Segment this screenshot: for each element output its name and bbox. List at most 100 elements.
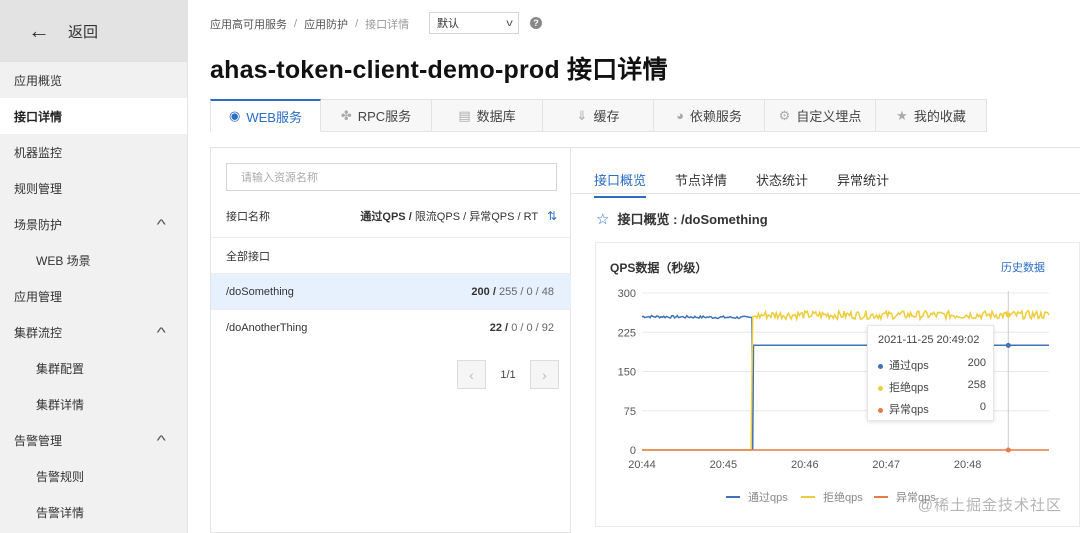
- list-item-rest: 255 / 0 / 48: [498, 285, 554, 298]
- sidebar-item-app-management[interactable]: 应用管理: [0, 278, 187, 314]
- sidebar-item-label: 告警规则: [36, 469, 85, 484]
- column-header-metrics: 通过QPS / 限流QPS / 异常QPS / RT ⇅: [360, 208, 557, 224]
- sidebar: ← 返回 应用概览 接口详情 机器监控 规则管理 场景防护 ^ WEB 场景 应用…: [0, 0, 188, 533]
- chevron-up-icon: ^: [157, 432, 167, 448]
- resource-list-panel: 请输入资源名称 接口名称 通过QPS / 限流QPS / 异常QPS / RT …: [210, 148, 571, 533]
- tooltip-label: 拒绝qps: [889, 382, 929, 394]
- globe-icon: ◉: [229, 108, 241, 123]
- sidebar-item-label: 应用管理: [14, 289, 63, 304]
- breadcrumb-item[interactable]: 应用防护: [304, 16, 348, 32]
- series-hover-point: [1005, 447, 1011, 453]
- help-icon[interactable]: ?: [530, 17, 542, 29]
- sidebar-item-alert-management[interactable]: 告警管理 ^: [0, 422, 187, 458]
- next-page-button[interactable]: ›: [530, 360, 559, 389]
- tooltip-value: 200: [967, 357, 986, 369]
- sidebar-item-alert-rules[interactable]: 告警规则: [0, 458, 187, 494]
- x-tick-label: 20:47: [872, 459, 900, 471]
- series-hover-point: [1005, 342, 1011, 348]
- qps-line-chart[interactable]: 0 75 150 225 300 20:44 20:45 20:46 20:47 20:48 通过q…: [596, 243, 1080, 528]
- tab-rpc-service[interactable]: ✤ RPC服务: [321, 99, 432, 132]
- sidebar-item-label: 接口详情: [14, 109, 63, 124]
- sidebar-item-cluster-config[interactable]: 集群配置: [0, 350, 187, 386]
- sidebar-item-machine-monitor[interactable]: 机器监控: [0, 134, 187, 170]
- x-tick-label: 20:46: [791, 459, 819, 471]
- back-button[interactable]: ← 返回: [0, 0, 187, 62]
- download-icon: ⇓: [576, 107, 588, 123]
- tooltip-time: 2021-11-25 20:49:02: [878, 334, 980, 346]
- tooltip-row: 通过qps 200: [878, 357, 986, 373]
- sidebar-item-label: 场景防护: [14, 217, 63, 232]
- list-item-all[interactable]: 全部接口: [211, 237, 571, 273]
- sidebar-item-label: 应用概览: [14, 73, 63, 88]
- sidebar-item-scene-protection[interactable]: 场景防护 ^: [0, 206, 187, 242]
- page-indicator: 1/1: [500, 368, 516, 381]
- tab-label: 依赖服务: [689, 109, 742, 124]
- tooltip-row-label: 通过qps: [878, 357, 929, 373]
- sort-icon[interactable]: ⇅: [547, 209, 557, 223]
- sidebar-item-api-details[interactable]: 接口详情: [0, 98, 187, 134]
- star-icon: ★: [896, 107, 908, 123]
- star-outline-icon[interactable]: ☆: [596, 210, 609, 228]
- sidebar-item-label: 规则管理: [14, 181, 63, 196]
- subtabs-divider: [571, 193, 1080, 194]
- y-tick-label: 0: [630, 445, 636, 457]
- arrow-left-icon: ←: [28, 18, 50, 43]
- tab-favorites[interactable]: ★ 我的收藏: [876, 99, 987, 132]
- chevron-down-icon: v: [506, 17, 513, 29]
- tab-label: 自定义埋点: [796, 109, 862, 124]
- overview-title-text: 接口概览 : /doSomething: [617, 212, 768, 227]
- y-tick-label: 300: [618, 288, 636, 300]
- list-item-label: 全部接口: [226, 250, 270, 263]
- tooltip-row-label: 异常qps: [878, 401, 929, 417]
- chevron-up-icon: ^: [157, 216, 167, 232]
- list-item-metrics: 22 / 0 / 0 / 92: [490, 322, 554, 334]
- breadcrumb-separator: /: [294, 18, 298, 30]
- tooltip-value: 258: [967, 379, 986, 391]
- list-item-metrics: 200 / 255 / 0 / 48: [471, 286, 554, 298]
- legend-label: 通过qps: [748, 491, 788, 504]
- tab-web-service[interactable]: ◉ WEB服务: [210, 99, 321, 132]
- environment-select-value: 默认: [437, 18, 459, 30]
- resource-search-input[interactable]: 请输入资源名称: [226, 163, 557, 191]
- back-label: 返回: [68, 23, 99, 41]
- series-dot-icon: [878, 363, 883, 369]
- tab-label: WEB服务: [246, 109, 302, 125]
- tooltip-row-label: 拒绝qps: [878, 379, 929, 395]
- watermark: @稀土掘金技术社区: [917, 497, 1062, 514]
- breadcrumb-separator: /: [355, 18, 359, 30]
- resource-list-header: 接口名称 通过QPS / 限流QPS / 异常QPS / RT ⇅: [226, 208, 557, 224]
- tooltip-value: 0: [979, 401, 986, 413]
- sidebar-item-web-scene[interactable]: WEB 场景: [0, 242, 187, 278]
- qps-chart-card: QPS数据（秒级） 历史数据 0 75 150 225 300 20:44 20:45 20:…: [595, 242, 1080, 527]
- sidebar-item-app-overview[interactable]: 应用概览: [0, 62, 187, 98]
- sidebar-item-cluster-details[interactable]: 集群详情: [0, 386, 187, 422]
- list-item[interactable]: /doSomething 200 / 255 / 0 / 48: [211, 273, 571, 309]
- chart-tooltip: 2021-11-25 20:49:02 通过qps 200 拒绝qps 258 …: [867, 325, 994, 421]
- sidebar-item-rule-management[interactable]: 规则管理: [0, 170, 187, 206]
- x-tick-label: 20:45: [710, 459, 738, 471]
- tooltip-label: 通过qps: [889, 360, 929, 372]
- sidebar-item-alert-details[interactable]: 告警详情: [0, 494, 187, 530]
- breadcrumb-item[interactable]: 应用高可用服务: [210, 16, 287, 32]
- gears-icon: ⚙: [778, 107, 791, 123]
- main-area: 应用高可用服务 / 应用防护 / 接口详情 默认 v ? ahas-token-…: [188, 0, 1080, 533]
- tab-label: 缓存: [593, 109, 620, 124]
- tab-cache[interactable]: ⇓ 缓存: [543, 99, 654, 132]
- breadcrumb: 应用高可用服务 / 应用防护 / 接口详情: [210, 16, 409, 32]
- tab-label: 我的收藏: [913, 109, 966, 124]
- sidebar-item-label: 告警详情: [36, 505, 85, 520]
- tab-dependency[interactable]: ◕ 依赖服务: [654, 99, 765, 132]
- column-header-name: 接口名称: [226, 211, 270, 223]
- prev-page-button[interactable]: ‹: [457, 360, 486, 389]
- pagination: ‹ 1/1 ›: [457, 360, 559, 389]
- list-item[interactable]: /doAnotherThing 22 / 0 / 0 / 92: [211, 309, 571, 345]
- list-item-rest: 0 / 0 / 92: [511, 321, 554, 334]
- list-item-name: /doSomething: [226, 285, 294, 298]
- sidebar-item-cluster-flow[interactable]: 集群流控 ^: [0, 314, 187, 350]
- tab-database[interactable]: ▤ 数据库: [432, 99, 543, 132]
- column-header-pass: 通过QPS /: [360, 211, 412, 223]
- tooltip-row: 异常qps 0: [878, 401, 986, 417]
- tab-custom-tracking[interactable]: ⚙ 自定义埋点: [765, 99, 876, 132]
- environment-select[interactable]: 默认 v: [429, 12, 519, 34]
- list-item-name: /doAnotherThing: [226, 321, 308, 334]
